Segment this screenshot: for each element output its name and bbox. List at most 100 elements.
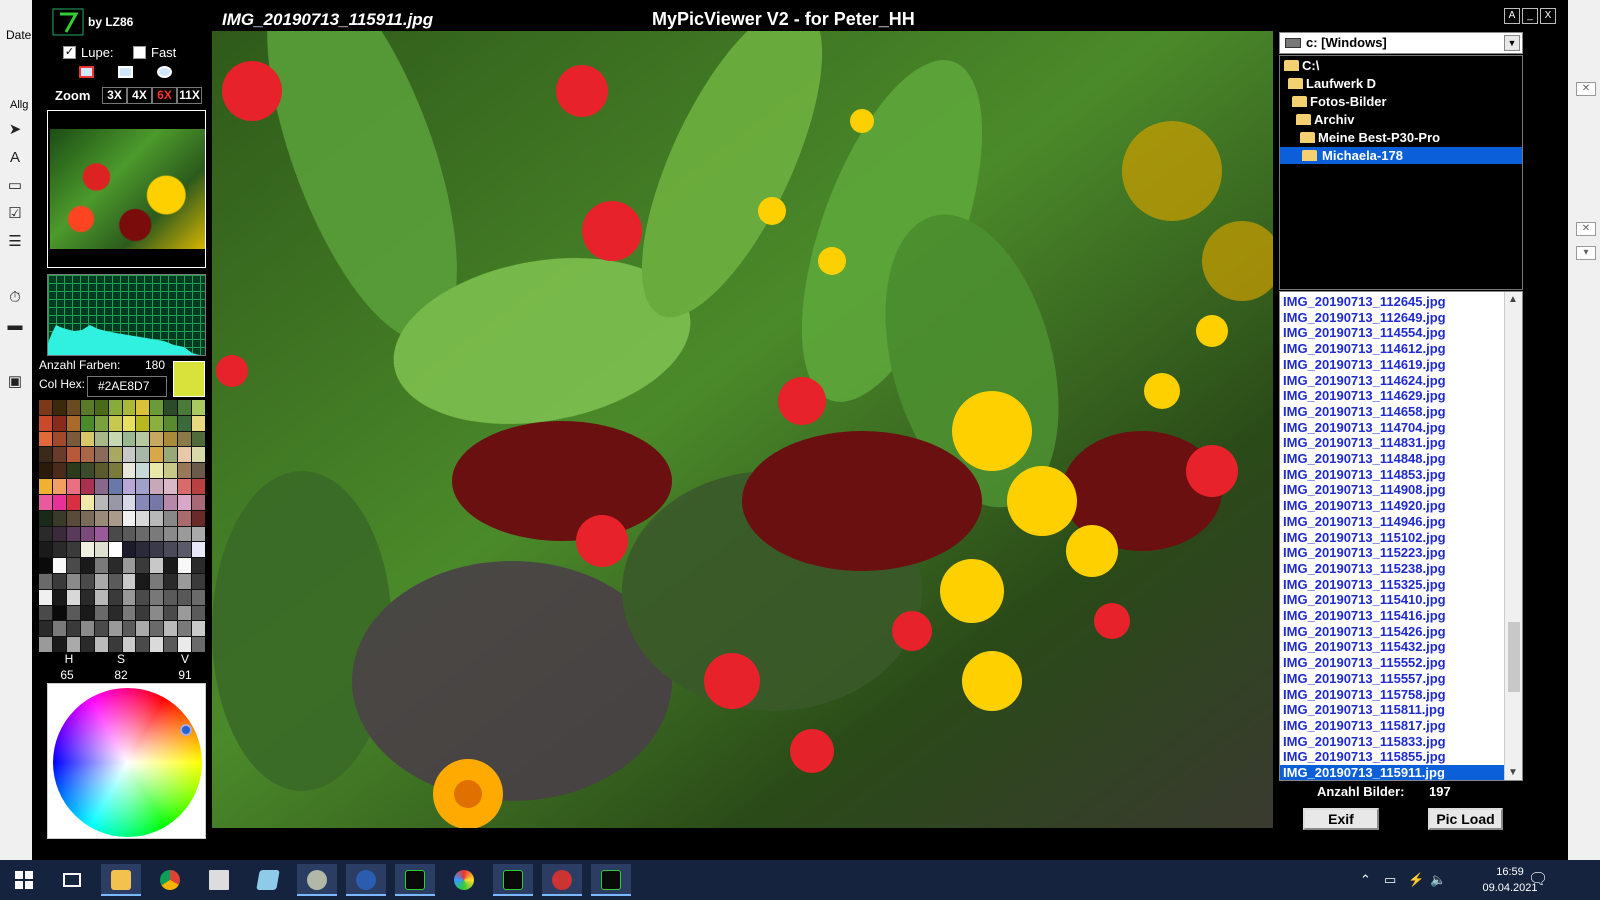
- tree-node-laufwerk-d[interactable]: Laufwerk D: [1286, 75, 1520, 92]
- folder-tool-icon[interactable]: ▬: [4, 314, 26, 336]
- hue-value: 65: [60, 668, 74, 682]
- fast-check-box[interactable]: [133, 46, 146, 59]
- main-image[interactable]: [212, 31, 1273, 828]
- network-icon[interactable]: ⚡: [1408, 872, 1424, 888]
- lupe-check-box[interactable]: ✓: [63, 46, 76, 59]
- tree-node-meine-best[interactable]: Meine Best-P30-Pro: [1298, 129, 1520, 146]
- mypicviewer-icon[interactable]: [591, 864, 631, 896]
- file-list-item[interactable]: IMG_20190713_114831.jpg: [1280, 435, 1504, 451]
- pic-load-button[interactable]: Pic Load: [1428, 808, 1503, 830]
- fast-checkbox[interactable]: Fast: [133, 45, 176, 60]
- notifications-icon[interactable]: 🗨: [1528, 869, 1548, 889]
- file-list-item[interactable]: IMG_20190713_114920.jpg: [1280, 498, 1504, 514]
- exif-button[interactable]: Exif: [1303, 808, 1379, 830]
- file-list-item[interactable]: IMG_20190713_114624.jpg: [1280, 373, 1504, 389]
- loupe-shape-wide-icon[interactable]: [118, 66, 133, 78]
- tree-node-label: C:\: [1302, 58, 1320, 73]
- tree-node-archiv[interactable]: Archiv: [1294, 111, 1520, 128]
- paint-tool-icon[interactable]: [542, 864, 582, 896]
- mypicviewer-icon[interactable]: [395, 864, 435, 896]
- file-list-item[interactable]: IMG_20190713_114612.jpg: [1280, 341, 1504, 357]
- file-list-item[interactable]: IMG_20190713_114908.jpg: [1280, 482, 1504, 498]
- file-explorer-icon[interactable]: [101, 864, 141, 896]
- file-list-item[interactable]: IMG_20190713_115817.jpg: [1280, 718, 1504, 734]
- tree-node-root[interactable]: C:\: [1282, 57, 1520, 74]
- file-list-item[interactable]: IMG_20190713_115102.jpg: [1280, 530, 1504, 546]
- zoom-3x-button[interactable]: 3X: [102, 87, 127, 104]
- file-list-item[interactable]: IMG_20190713_112645.jpg: [1280, 294, 1504, 310]
- file-list-item[interactable]: IMG_20190713_115911.jpg: [1280, 765, 1504, 780]
- zoom-11x-button[interactable]: 11X: [177, 87, 202, 104]
- file-list-item[interactable]: IMG_20190713_115410.jpg: [1280, 592, 1504, 608]
- volume-icon[interactable]: 🔈: [1430, 872, 1446, 888]
- loupe-shape-round-icon[interactable]: [157, 66, 172, 78]
- color-wheel[interactable]: [53, 688, 202, 837]
- zoom-4x-button[interactable]: 4X: [127, 87, 152, 104]
- zoom-6x-button[interactable]: 6X: [152, 87, 177, 104]
- close-icon[interactable]: ✕: [1576, 82, 1596, 96]
- scrollbar-thumb[interactable]: [1508, 622, 1520, 692]
- battery-icon[interactable]: ▭: [1384, 872, 1396, 888]
- scroll-down-icon[interactable]: ▼: [1508, 767, 1518, 778]
- color-wheel-marker[interactable]: [180, 724, 192, 736]
- file-list-item[interactable]: IMG_20190713_114629.jpg: [1280, 388, 1504, 404]
- calculator-icon[interactable]: [199, 864, 239, 896]
- tree-node-fotos-bilder[interactable]: Fotos-Bilder: [1290, 93, 1520, 110]
- viewer-eye-icon[interactable]: [297, 864, 337, 896]
- close-button[interactable]: X: [1540, 8, 1556, 24]
- start-icon[interactable]: [4, 864, 44, 896]
- background-tab[interactable]: Allg: [10, 99, 28, 111]
- file-list-item[interactable]: IMG_20190713_114946.jpg: [1280, 514, 1504, 530]
- mypicviewer-icon[interactable]: [493, 864, 533, 896]
- file-list-item[interactable]: IMG_20190713_114853.jpg: [1280, 467, 1504, 483]
- file-list-item[interactable]: IMG_20190713_114658.jpg: [1280, 404, 1504, 420]
- file-list-item[interactable]: IMG_20190713_114848.jpg: [1280, 451, 1504, 467]
- chevron-down-icon[interactable]: ▾: [1576, 246, 1596, 260]
- file-list-item[interactable]: IMG_20190713_112649.jpg: [1280, 310, 1504, 326]
- file-list-item[interactable]: IMG_20190713_115426.jpg: [1280, 624, 1504, 640]
- timer-tool-icon[interactable]: ⏱: [4, 286, 26, 308]
- app-a-button[interactable]: A: [1504, 8, 1520, 24]
- value-value: 91: [178, 668, 192, 682]
- file-list-item[interactable]: IMG_20190713_115811.jpg: [1280, 702, 1504, 718]
- folder-icon: [1284, 60, 1299, 71]
- image-tool-icon[interactable]: ▣: [4, 370, 26, 392]
- file-list-scrollbar[interactable]: ▲ ▼: [1504, 292, 1522, 780]
- file-list-item[interactable]: IMG_20190713_115416.jpg: [1280, 608, 1504, 624]
- chrome-icon[interactable]: [150, 864, 190, 896]
- file-list-item[interactable]: IMG_20190713_114704.jpg: [1280, 420, 1504, 436]
- file-list-item[interactable]: IMG_20190713_115325.jpg: [1280, 577, 1504, 593]
- task-view-icon[interactable]: [52, 864, 92, 896]
- scroll-up-icon[interactable]: ▲: [1508, 294, 1518, 305]
- chevron-up-icon[interactable]: ⌃: [1360, 872, 1371, 888]
- lupe-checkbox[interactable]: ✓ Lupe:: [63, 45, 114, 60]
- drive-select[interactable]: c: [Windows] ▼: [1279, 32, 1523, 54]
- file-list-item[interactable]: IMG_20190713_115552.jpg: [1280, 655, 1504, 671]
- color-palette[interactable]: [39, 400, 205, 652]
- file-list-item[interactable]: IMG_20190713_115557.jpg: [1280, 671, 1504, 687]
- app-icon[interactable]: [346, 864, 386, 896]
- color-hex-field[interactable]: #2AE8D7: [87, 376, 167, 397]
- zoom-buttons: 3X 4X 6X 11X: [102, 87, 202, 104]
- file-list-item[interactable]: IMG_20190713_115833.jpg: [1280, 734, 1504, 750]
- close-icon[interactable]: ✕: [1576, 222, 1596, 236]
- list-tool-icon[interactable]: ☰: [4, 230, 26, 252]
- checkbox-tool-icon[interactable]: ☑: [4, 202, 26, 224]
- paint-icon[interactable]: [444, 864, 484, 896]
- pointer-tool-icon[interactable]: ➤: [4, 118, 26, 140]
- loupe-shape-rect-icon[interactable]: [79, 66, 94, 78]
- background-menu[interactable]: Date: [6, 28, 31, 42]
- field-tool-icon[interactable]: ▭: [4, 174, 26, 196]
- file-list-item[interactable]: IMG_20190713_115238.jpg: [1280, 561, 1504, 577]
- file-list-item[interactable]: IMG_20190713_114619.jpg: [1280, 357, 1504, 373]
- text-tool-icon[interactable]: A: [4, 146, 26, 168]
- file-list-item[interactable]: IMG_20190713_114554.jpg: [1280, 325, 1504, 341]
- file-list-item[interactable]: IMG_20190713_115758.jpg: [1280, 687, 1504, 703]
- file-list-item[interactable]: IMG_20190713_115223.jpg: [1280, 545, 1504, 561]
- notepad-icon[interactable]: [248, 864, 288, 896]
- file-list-item[interactable]: IMG_20190713_115432.jpg: [1280, 639, 1504, 655]
- tree-node-michaela[interactable]: Michaela-178: [1280, 147, 1522, 164]
- file-list-item[interactable]: IMG_20190713_115855.jpg: [1280, 749, 1504, 765]
- chevron-down-icon[interactable]: ▼: [1504, 35, 1520, 51]
- minimize-button[interactable]: _: [1522, 8, 1538, 24]
